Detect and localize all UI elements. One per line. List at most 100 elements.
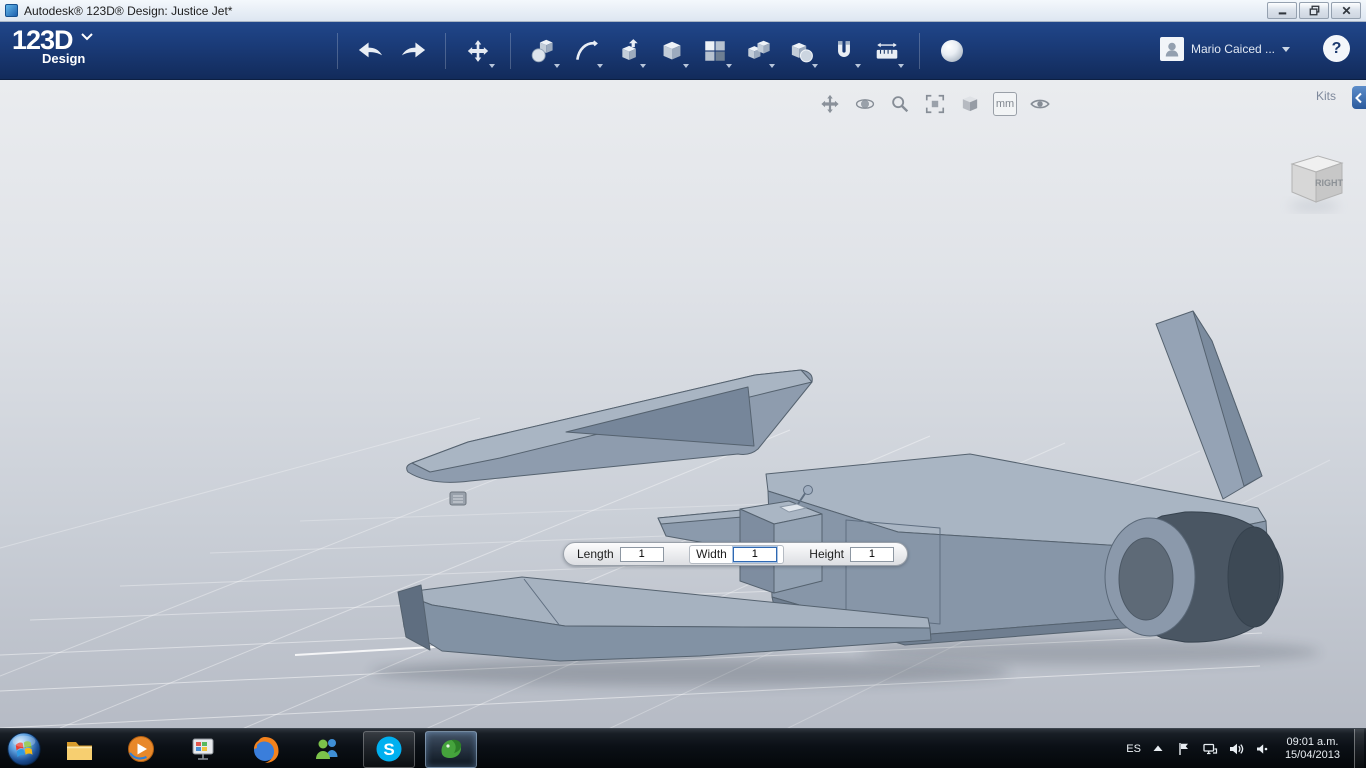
volume-button[interactable] (1228, 740, 1245, 757)
dropdown-caret-icon (597, 64, 603, 68)
chevron-down-icon (1282, 46, 1290, 52)
combine-tool-button[interactable] (783, 30, 819, 72)
measure-tool-button[interactable] (869, 30, 905, 72)
start-button[interactable] (0, 729, 48, 768)
modify-icon (663, 41, 681, 60)
action-center-button[interactable] (1176, 740, 1193, 757)
redo-button[interactable] (395, 30, 431, 72)
taskbar-media-player-button[interactable] (115, 731, 167, 768)
show-desktop-button[interactable] (1354, 728, 1364, 768)
length-field-group: Length (577, 546, 664, 562)
network-icon (1203, 743, 1218, 754)
minimize-icon (1278, 12, 1286, 15)
dimension-toolbar: Length Width Height (563, 542, 908, 566)
ruler-icon (876, 42, 898, 59)
wing-part[interactable] (406, 369, 813, 483)
snap-tool-button[interactable] (826, 30, 862, 72)
kits-panel-label[interactable]: Kits (1316, 89, 1336, 103)
dropdown-caret-icon (726, 64, 732, 68)
view-cube[interactable]: RIGHT (1280, 146, 1352, 214)
audio-manager-button[interactable] (1254, 740, 1271, 757)
height-label: Height (809, 547, 844, 561)
windows-taskbar: S ES 09:01 a.m. 15/04/2013 (0, 728, 1366, 768)
taskbar-pinned-app-button[interactable] (177, 731, 229, 768)
separator (445, 33, 446, 69)
width-field-group: Width (689, 544, 784, 564)
taskbar-123d-design-button[interactable] (425, 730, 477, 768)
visibility-button[interactable] (1028, 92, 1052, 116)
account-menu[interactable]: Mario Caiced ... (1159, 37, 1290, 61)
window-title: Autodesk® 123D® Design: Justice Jet* (24, 3, 233, 18)
fit-view-button[interactable] (923, 92, 947, 116)
start-orb-icon (7, 731, 41, 766)
view-cube-icon: RIGHT (1289, 155, 1344, 211)
views-cube-icon (962, 96, 978, 112)
tray-clock[interactable]: 09:01 a.m. 15/04/2013 (1285, 736, 1340, 762)
close-button[interactable] (1331, 2, 1361, 19)
application-icon (5, 4, 18, 17)
media-player-icon (128, 736, 154, 762)
taskbar-messenger-button[interactable] (301, 731, 353, 768)
svg-text:S: S (383, 740, 394, 759)
pattern-tool-button[interactable] (697, 30, 733, 72)
undo-button[interactable] (352, 30, 388, 72)
user-name: Mario Caiced ... (1190, 42, 1275, 56)
123d-design-app-icon (441, 739, 462, 759)
length-input[interactable] (619, 546, 664, 562)
app-menu-button[interactable]: 123D Design (12, 27, 132, 66)
audio-device-icon (1257, 743, 1268, 754)
avatar (1159, 37, 1184, 61)
units-button[interactable]: mm (993, 92, 1017, 116)
height-field-group: Height (809, 546, 894, 562)
magnifier-icon (892, 96, 909, 113)
dropdown-caret-icon (683, 64, 689, 68)
language-indicator[interactable]: ES (1126, 743, 1141, 755)
primitives-icon (531, 39, 553, 63)
separator (337, 33, 338, 69)
zoom-button[interactable] (888, 92, 912, 116)
taskbar-skype-button[interactable]: S (363, 730, 415, 768)
engine-part[interactable] (1104, 511, 1284, 643)
tray-expand-button[interactable] (1150, 740, 1167, 757)
taskbar-firefox-button[interactable] (239, 731, 291, 768)
standard-views-button[interactable] (958, 92, 982, 116)
viewport-3d[interactable]: mm Kits RIGHT Length 1 Width 1 Height 1 (0, 80, 1366, 728)
width-label: Width (696, 547, 727, 561)
tool-strip (330, 22, 970, 80)
grouping-tool-button[interactable] (740, 30, 776, 72)
help-button[interactable]: ? (1323, 35, 1350, 62)
materials-button[interactable] (934, 30, 970, 72)
restore-button[interactable] (1299, 2, 1329, 19)
close-icon (1342, 6, 1350, 15)
help-label: ? (1331, 39, 1342, 57)
length-label: Length (577, 547, 614, 561)
dropdown-caret-icon (489, 64, 495, 68)
grouping-icon (748, 40, 770, 59)
view-navigation-bar: mm (818, 92, 1052, 116)
flag-icon (1179, 742, 1189, 755)
minimize-button[interactable] (1267, 2, 1297, 19)
view-cube-face-label: RIGHT (1315, 178, 1344, 188)
folder-icon (67, 742, 92, 760)
clock-date: 15/04/2013 (1284, 748, 1340, 761)
transform-tool-button[interactable] (460, 30, 496, 72)
construct-tool-button[interactable] (611, 30, 647, 72)
window-titlebar: Autodesk® 123D® Design: Justice Jet* (0, 0, 1366, 22)
network-button[interactable] (1202, 740, 1219, 757)
dropdown-caret-icon (812, 64, 818, 68)
redo-icon (401, 41, 425, 57)
panel-collapse-tab[interactable] (1352, 86, 1366, 109)
primitives-tool-button[interactable] (525, 30, 561, 72)
dropdown-caret-icon (898, 64, 904, 68)
taskbar-explorer-button[interactable] (53, 731, 105, 768)
orbit-button[interactable] (853, 92, 877, 116)
modify-tool-button[interactable] (654, 30, 690, 72)
width-input[interactable] (732, 546, 777, 562)
height-input[interactable] (849, 546, 894, 562)
sketch-tool-button[interactable] (568, 30, 604, 72)
scene-canvas[interactable] (0, 80, 1366, 728)
fit-icon (925, 94, 945, 114)
pan-button[interactable] (818, 92, 842, 116)
skype-icon: S (376, 736, 402, 762)
eye-icon (1030, 99, 1050, 109)
